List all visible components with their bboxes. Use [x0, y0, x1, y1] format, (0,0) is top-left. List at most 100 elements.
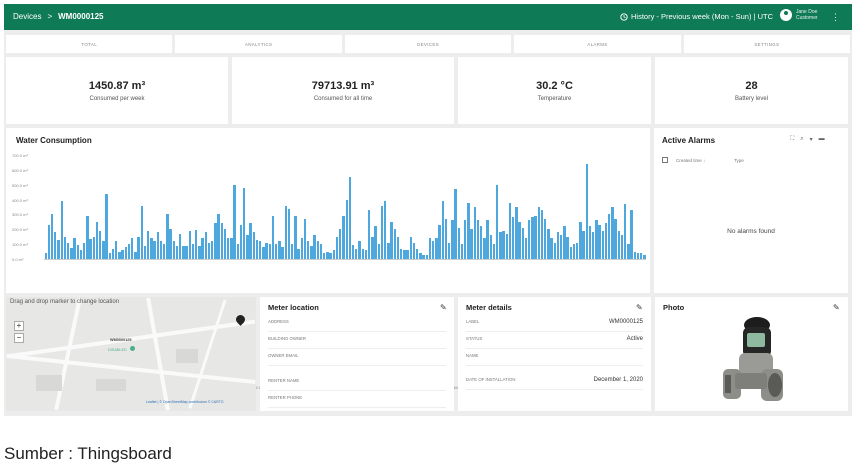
chart-bar[interactable] — [339, 229, 342, 259]
chart-bar[interactable] — [114, 241, 118, 259]
chart-bar[interactable] — [297, 248, 300, 259]
zoom-in-button[interactable]: + — [14, 321, 24, 331]
chart-bar[interactable] — [422, 254, 425, 259]
more-icon[interactable]: ⋮ — [831, 12, 840, 23]
chart-bar[interactable] — [191, 244, 195, 259]
chart-bar[interactable] — [57, 239, 60, 259]
fullscreen-icon[interactable]: ⛶ — [790, 136, 794, 143]
chart-bar[interactable] — [118, 252, 121, 259]
chart-bar[interactable] — [178, 233, 182, 259]
chart-bar[interactable] — [483, 238, 486, 259]
chart-bar[interactable] — [463, 220, 467, 259]
chart-bar[interactable] — [377, 244, 380, 259]
chart-bar[interactable] — [150, 238, 153, 259]
chart-bar[interactable] — [470, 229, 473, 259]
chart-bar[interactable] — [249, 223, 252, 259]
chart-bar[interactable] — [233, 184, 236, 259]
chart-bar[interactable] — [553, 242, 557, 259]
chart-bar[interactable] — [262, 247, 265, 259]
field-install-date[interactable]: DATE OF INSTALLATION December 1, 2020 — [466, 377, 643, 390]
chart-bar[interactable] — [556, 232, 560, 259]
chart-bar[interactable] — [396, 236, 400, 259]
chart-bar[interactable] — [255, 239, 259, 259]
chart-bar[interactable] — [633, 251, 637, 259]
chart-bar[interactable] — [124, 247, 127, 259]
chart-bar[interactable] — [268, 244, 272, 259]
chart-bar[interactable] — [307, 241, 310, 259]
chart-bar[interactable] — [153, 241, 156, 259]
chart-bar[interactable] — [374, 226, 377, 259]
chart-bar[interactable] — [143, 245, 147, 259]
chart-bar[interactable] — [355, 248, 358, 259]
chart-bar[interactable] — [601, 230, 605, 259]
chart-bar[interactable] — [50, 214, 54, 259]
chart-bar[interactable] — [505, 233, 508, 259]
chart-bar[interactable] — [358, 241, 361, 259]
chart-bar[interactable] — [438, 224, 441, 259]
chart-bar[interactable] — [499, 232, 502, 259]
chart-bar[interactable] — [444, 218, 448, 259]
chart-bar[interactable] — [217, 214, 220, 259]
chart-bar[interactable] — [486, 220, 489, 259]
chart-bar[interactable] — [185, 245, 188, 259]
chart-bar[interactable] — [172, 241, 175, 259]
chart-bar[interactable] — [111, 248, 115, 259]
chart-bar[interactable] — [102, 241, 105, 259]
select-all-checkbox[interactable] — [662, 157, 668, 163]
tab-analytics[interactable]: ANALYTICS — [175, 35, 342, 53]
chart-bar[interactable] — [512, 217, 515, 259]
chart-bar[interactable] — [79, 250, 83, 259]
user-menu[interactable]: Jane Doe Customer — [780, 9, 818, 21]
chart-bar[interactable] — [287, 208, 291, 259]
chart-bar[interactable] — [351, 244, 355, 259]
chart-bar[interactable] — [403, 250, 406, 259]
edit-icon[interactable]: ✎ — [636, 303, 643, 312]
tab-total[interactable]: TOTAL — [6, 35, 173, 53]
chart-bar[interactable] — [508, 202, 512, 259]
chart-bar[interactable] — [627, 244, 630, 259]
chart-bar[interactable] — [367, 209, 371, 259]
chart-bar[interactable] — [146, 230, 150, 259]
chart-bar[interactable] — [76, 244, 79, 259]
chart-bar[interactable] — [159, 241, 163, 259]
chart-bar[interactable] — [611, 207, 614, 259]
chart-bar[interactable] — [550, 238, 553, 259]
chart-bar[interactable] — [246, 235, 249, 259]
chart-bar[interactable] — [335, 236, 339, 259]
chart-bar[interactable] — [406, 250, 409, 259]
chart-bar[interactable] — [169, 229, 172, 259]
chart-bar[interactable] — [98, 230, 102, 259]
chart-bar[interactable] — [415, 248, 419, 259]
chart-bar[interactable] — [220, 223, 223, 259]
chart-bar[interactable] — [454, 189, 457, 259]
chart-bar[interactable] — [166, 214, 169, 259]
chart-bar[interactable] — [588, 226, 592, 259]
chart-bar[interactable] — [201, 238, 204, 259]
chart-bar[interactable] — [521, 227, 524, 259]
chart-bar[interactable] — [73, 238, 76, 259]
chart-bar[interactable] — [214, 223, 217, 259]
chart-bar[interactable] — [175, 245, 179, 259]
field-status[interactable]: STATUS Active — [466, 336, 643, 349]
chart-bar[interactable] — [518, 221, 521, 259]
chart-bar[interactable] — [130, 238, 134, 259]
chart-bar[interactable] — [66, 242, 70, 259]
chart-bar[interactable] — [534, 215, 537, 259]
chart-bar[interactable] — [412, 242, 416, 259]
chart-bar[interactable] — [614, 218, 617, 259]
edit-icon[interactable]: ✎ — [833, 303, 840, 312]
chart-bar[interactable] — [207, 242, 211, 259]
chart-bar[interactable] — [95, 221, 99, 259]
chart-bar[interactable] — [540, 209, 544, 259]
chart-bar[interactable] — [294, 215, 297, 259]
map-attribution[interactable]: Leaflet | © OpenStreetMap contributors ©… — [146, 400, 224, 404]
chart-bar[interactable] — [310, 245, 313, 259]
chart-bar[interactable] — [300, 238, 304, 259]
chart-bar[interactable] — [473, 207, 476, 259]
field-building-owner[interactable]: BUILDING OWNER — [268, 336, 446, 349]
chart-bar[interactable] — [544, 218, 547, 259]
chart-bar[interactable] — [188, 230, 191, 259]
tab-alarms[interactable]: ALARMS — [514, 35, 681, 53]
chart-bar[interactable] — [204, 232, 207, 259]
chart-bar[interactable] — [595, 220, 598, 259]
